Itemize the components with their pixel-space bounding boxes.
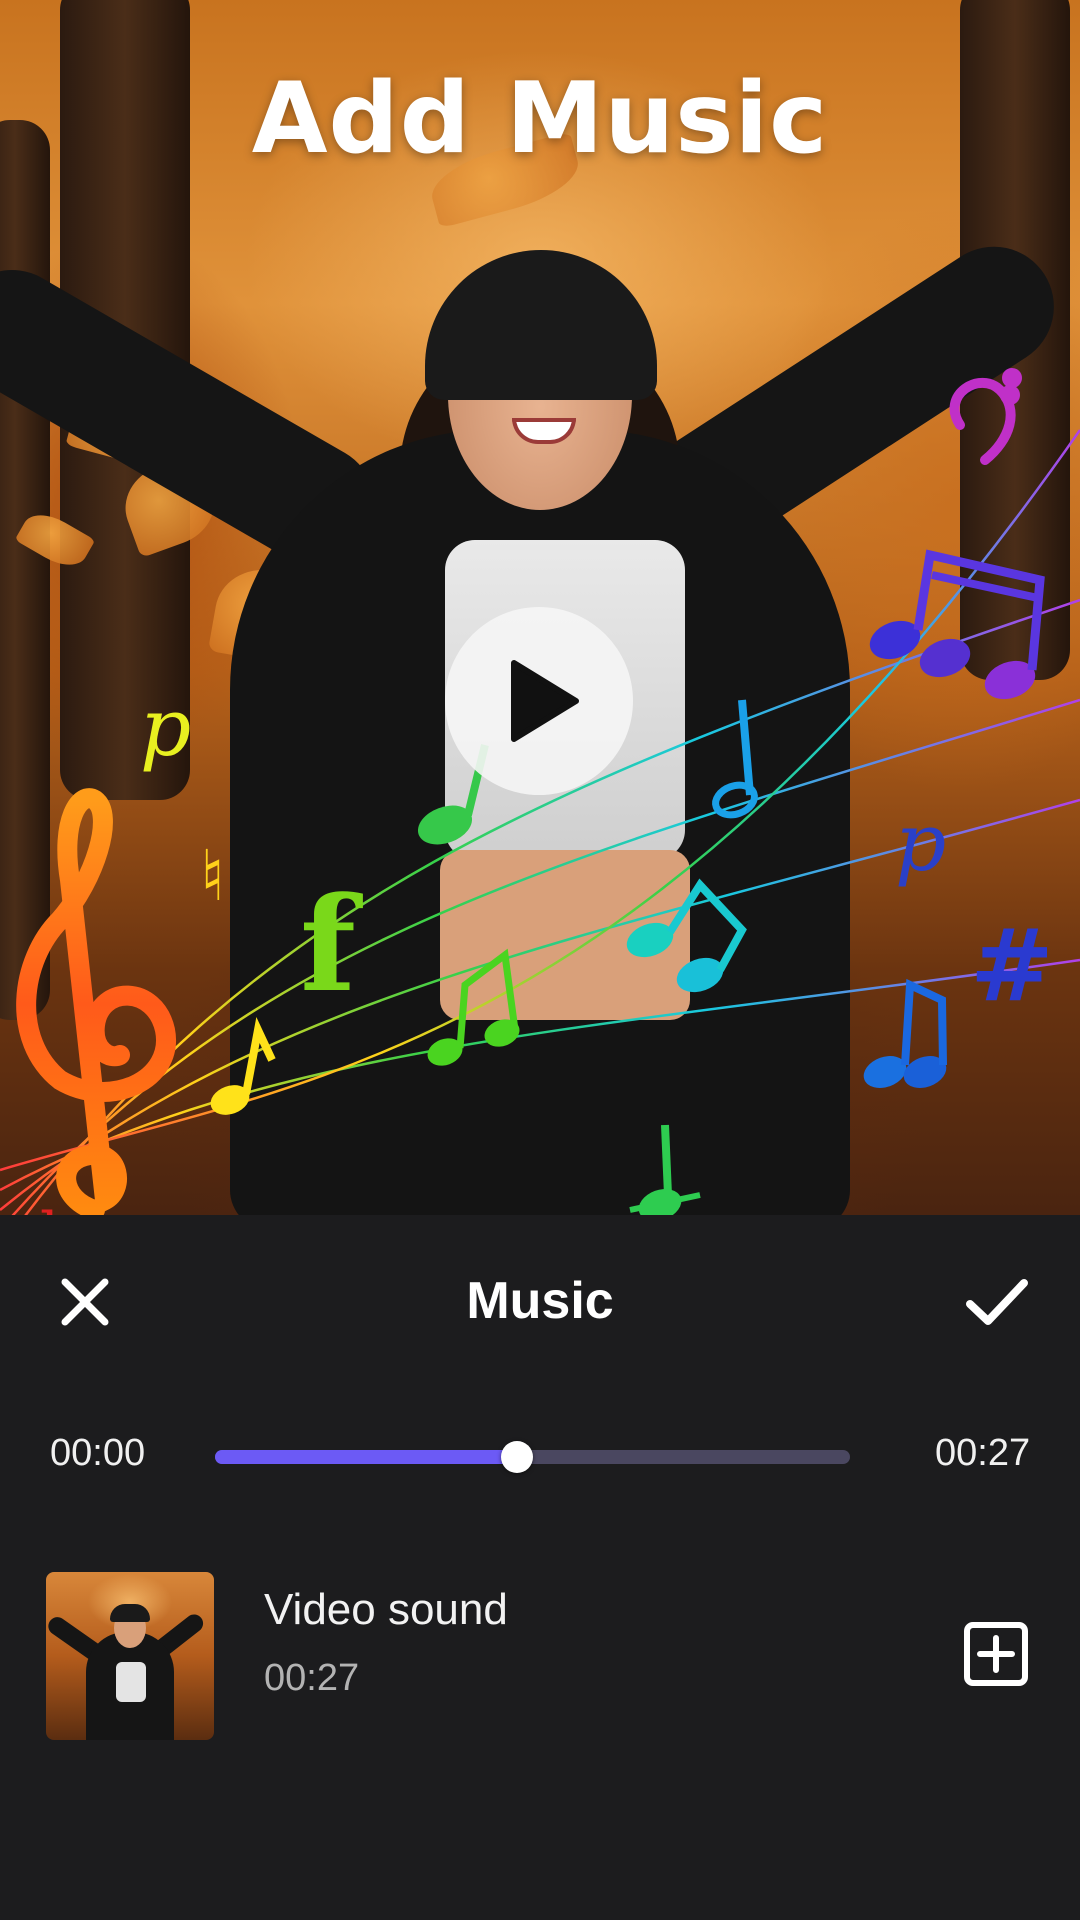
sharp-symbol: # (970, 907, 1054, 1024)
piano-symbol: p (895, 796, 946, 889)
bass-clef-icon (949, 368, 1022, 465)
thumbnail-figure (110, 1604, 150, 1622)
app-screen: p f p # ♮ b Add Music Music (0, 0, 1080, 1920)
music-note (869, 549, 1045, 700)
play-button[interactable] (445, 607, 633, 795)
add-sound-button[interactable] (962, 1620, 1030, 1688)
natural-symbol: ♮ (200, 835, 225, 917)
checkmark-icon (966, 1279, 1028, 1325)
flat-symbol: b (40, 1200, 78, 1215)
play-icon (511, 660, 579, 742)
music-note (863, 978, 947, 1088)
add-square-icon (964, 1622, 1028, 1686)
progress-fill (215, 1450, 517, 1464)
video-preview[interactable]: p f p # ♮ b Add Music (0, 0, 1080, 1215)
music-panel: Music 00:00 00:27 Video sound 00:27 (0, 1215, 1080, 1920)
promo-headline: Add Music (251, 62, 829, 176)
confirm-button[interactable] (960, 1267, 1034, 1337)
current-time-label: 00:00 (50, 1432, 146, 1474)
sound-duration: 00:27 (264, 1657, 360, 1699)
treble-clef-icon (16, 788, 176, 1215)
list-item[interactable]: Video sound 00:27 (0, 1555, 1080, 1740)
piano-symbol: p (140, 681, 191, 774)
sound-name: Video sound (264, 1585, 508, 1634)
thumbnail-figure (116, 1662, 146, 1702)
music-note (629, 1124, 701, 1215)
music-note (210, 1017, 276, 1115)
playback-progress-slider[interactable] (215, 1441, 850, 1473)
video-thumbnail (46, 1572, 214, 1740)
progress-thumb[interactable] (500, 1441, 533, 1473)
total-time-label: 00:27 (935, 1432, 1031, 1474)
music-note (626, 878, 747, 993)
music-note (427, 948, 520, 1066)
forte-symbol: f (300, 868, 363, 1021)
panel-title: Music (466, 1272, 614, 1330)
panel-header: Music (0, 1215, 1080, 1385)
